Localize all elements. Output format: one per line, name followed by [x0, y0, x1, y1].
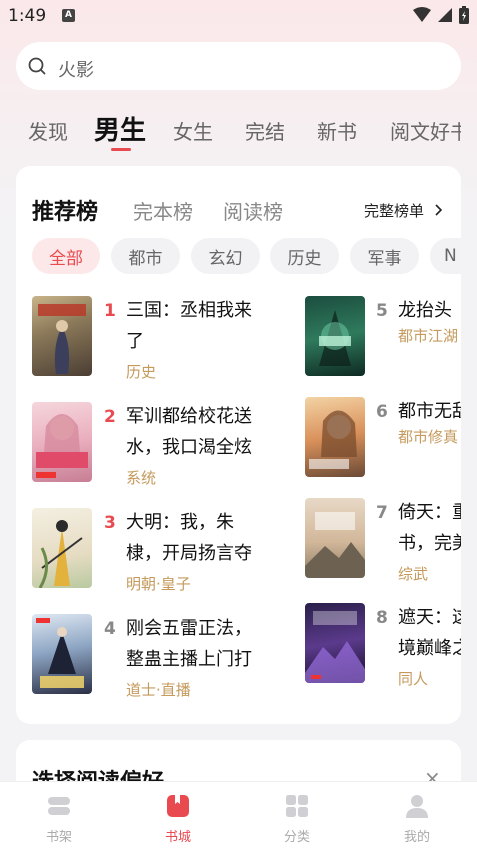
- nav-label: 书架: [45, 830, 72, 845]
- chevron-right-icon: [435, 204, 442, 216]
- book-title[interactable]: 三国：丞相我来了: [126, 295, 266, 357]
- status-icons: [413, 6, 469, 24]
- book-cover[interactable]: [32, 402, 92, 482]
- tab-female[interactable]: 女生: [173, 116, 213, 145]
- nav-profile[interactable]: 我的: [377, 782, 457, 848]
- book-tag: 同人: [398, 670, 429, 688]
- book-tag: 综武: [398, 565, 429, 583]
- bottom-nav: 书架 书城 分类 我的: [0, 781, 477, 848]
- chip-urban[interactable]: 都市: [111, 238, 180, 274]
- tab-completed[interactable]: 完结: [245, 116, 285, 145]
- rank-number: 2: [104, 407, 116, 427]
- book-title[interactable]: 遮天：这境巅峰之: [398, 602, 461, 664]
- tab-indicator: [111, 148, 131, 151]
- tab-male[interactable]: 男生: [94, 110, 146, 147]
- nav-label: 分类: [283, 830, 310, 845]
- search-icon: [28, 57, 46, 75]
- signal-icon: [438, 8, 452, 22]
- book-cover[interactable]: [32, 508, 92, 588]
- book-cover[interactable]: [305, 603, 365, 683]
- book-cover[interactable]: [305, 498, 365, 578]
- nav-label: 我的: [403, 830, 430, 845]
- chip-all[interactable]: 全部: [32, 238, 100, 274]
- user-icon: [406, 795, 428, 818]
- wifi-icon: [413, 7, 431, 22]
- rank-number: 8: [376, 608, 388, 628]
- rank-number: 6: [376, 402, 388, 422]
- bookstore-icon: [167, 795, 189, 817]
- chip-fantasy[interactable]: 玄幻: [191, 238, 260, 274]
- rank-number: 7: [376, 503, 388, 523]
- tab-discover[interactable]: 发现: [28, 116, 68, 145]
- nav-bookshelf[interactable]: 书架: [19, 782, 99, 848]
- book-title[interactable]: 倚天：重书，完美: [398, 497, 461, 559]
- rank-number: 3: [104, 513, 116, 533]
- book-tag: 都市江湖: [398, 327, 459, 345]
- rank-number: 5: [376, 301, 388, 321]
- battery-icon: [459, 6, 469, 24]
- category-grid-icon: [286, 795, 308, 817]
- chip-history[interactable]: 历史: [270, 238, 339, 274]
- book-tag: 系统: [126, 469, 157, 487]
- search-placeholder: 火影: [58, 60, 94, 81]
- book-title[interactable]: 都市无敌: [398, 396, 461, 427]
- book-cover[interactable]: [305, 296, 365, 376]
- notification-icon: A: [62, 9, 75, 22]
- rank-tab-reading[interactable]: 阅读榜: [223, 196, 283, 225]
- book-tag: 历史: [126, 363, 157, 381]
- full-list-link[interactable]: 完整榜单: [364, 200, 443, 221]
- book-cover[interactable]: [305, 397, 365, 477]
- book-cover[interactable]: [32, 614, 92, 694]
- chip-more[interactable]: N: [430, 238, 461, 274]
- book-title[interactable]: 军训都给校花送水，我口渴全炫: [126, 401, 266, 463]
- rank-number: 1: [104, 301, 116, 321]
- tab-new[interactable]: 新书: [317, 116, 357, 145]
- nav-bookstore[interactable]: 书城: [138, 782, 218, 848]
- book-tag: 都市修真: [398, 428, 459, 446]
- status-bar: 1:49 A: [0, 0, 477, 32]
- rank-tab-recommend[interactable]: 推荐榜: [32, 194, 98, 226]
- nav-label: 书城: [164, 830, 191, 845]
- book-tag: 道士·直播: [126, 681, 191, 699]
- rank-tab-finished[interactable]: 完本榜: [133, 196, 193, 225]
- book-title[interactable]: 刚会五雷正法，整蛊主播上门打: [126, 613, 266, 675]
- status-time: 1:49: [8, 6, 47, 26]
- chip-military[interactable]: 军事: [350, 238, 419, 274]
- book-title[interactable]: 龙抬头: [398, 295, 461, 326]
- full-list-label: 完整榜单: [364, 202, 425, 220]
- nav-category[interactable]: 分类: [257, 782, 337, 848]
- bookshelf-icon: [48, 797, 70, 815]
- book-tag: 明朝·皇子: [126, 575, 191, 593]
- book-cover[interactable]: [32, 296, 92, 376]
- tab-yuewen[interactable]: 阅文好书: [390, 116, 461, 145]
- book-title[interactable]: 大明：我，朱棣，开局扬言夺: [126, 507, 266, 569]
- rank-number: 4: [104, 619, 116, 639]
